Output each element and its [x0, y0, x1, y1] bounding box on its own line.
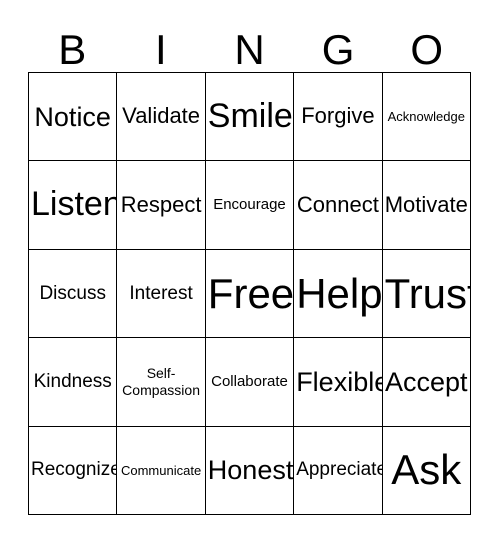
- bingo-cell[interactable]: Self- Compassion: [117, 338, 206, 427]
- bingo-cell[interactable]: Ask: [382, 426, 471, 515]
- bingo-cell[interactable]: Interest: [117, 249, 206, 339]
- bingo-cell-label: Encourage: [213, 196, 286, 214]
- bingo-cell-free[interactable]: Free!: [205, 249, 295, 339]
- bingo-cell-label: Honesty: [207, 455, 294, 486]
- bingo-cell[interactable]: Discuss: [29, 249, 118, 339]
- bingo-cell[interactable]: Accept: [382, 338, 471, 427]
- bingo-cell-label: Collaborate: [211, 373, 288, 391]
- bingo-header-row: B I N G O: [28, 14, 471, 72]
- bingo-cell-label: Recognize: [31, 459, 118, 481]
- bingo-cell[interactable]: Honesty: [205, 426, 295, 515]
- header-letter-o: O: [410, 26, 443, 73]
- bingo-cell-label: Acknowledge: [387, 108, 465, 124]
- bingo-cell[interactable]: Appreciate: [294, 426, 383, 515]
- bingo-card: B I N G O Notice Validate Smile Forgive …: [0, 0, 500, 544]
- bingo-cell[interactable]: Forgive: [294, 73, 383, 162]
- bingo-cell-label: Help: [296, 269, 383, 317]
- bingo-cell-label: Appreciate: [296, 459, 383, 481]
- bingo-cell-label: Communicate: [120, 462, 202, 478]
- bingo-cell-label: Trust: [384, 269, 471, 317]
- bingo-cell-label: Forgive: [301, 103, 375, 129]
- bingo-cell[interactable]: Motivate: [382, 161, 471, 250]
- bingo-cell-label: Notice: [34, 101, 111, 132]
- header-letter-g: G: [321, 26, 355, 73]
- bingo-grid: Notice Validate Smile Forgive Acknowledg…: [28, 72, 471, 515]
- bingo-cell[interactable]: Collaborate: [205, 338, 295, 427]
- bingo-cell-label: Interest: [129, 282, 193, 304]
- bingo-cell-label: Motivate: [384, 191, 468, 217]
- bingo-cell-label: Self- Compassion: [122, 365, 200, 398]
- header-letter-i: I: [155, 26, 167, 73]
- bingo-cell-label: Free!: [207, 269, 295, 317]
- bingo-cell-label: Kindness: [33, 371, 112, 393]
- bingo-cell[interactable]: Acknowledge: [382, 73, 471, 162]
- bingo-cell-label: Connect: [296, 191, 379, 217]
- bingo-cell[interactable]: Kindness: [29, 338, 118, 427]
- bingo-cell[interactable]: Help: [294, 249, 383, 339]
- bingo-cell[interactable]: Recognize: [29, 426, 118, 515]
- bingo-cell-label: Discuss: [39, 282, 106, 304]
- bingo-cell-label: Flexible: [296, 366, 383, 397]
- bingo-cell[interactable]: Validate: [117, 73, 206, 162]
- bingo-cell-label: Validate: [122, 103, 201, 129]
- bingo-cell-label: Listen: [31, 185, 118, 224]
- bingo-cell[interactable]: Smile: [205, 73, 295, 162]
- bingo-cell[interactable]: Notice: [29, 73, 118, 162]
- bingo-cell[interactable]: Communicate: [117, 426, 206, 515]
- bingo-cell[interactable]: Encourage: [205, 161, 295, 250]
- bingo-cell[interactable]: Flexible: [294, 338, 383, 427]
- bingo-cell[interactable]: Respect: [117, 161, 206, 250]
- bingo-cell[interactable]: Connect: [294, 161, 383, 250]
- bingo-cell-label: Smile: [207, 97, 293, 136]
- bingo-cell-label: Respect: [120, 191, 202, 217]
- bingo-cell[interactable]: Trust: [382, 249, 471, 339]
- header-letter-b: B: [58, 26, 87, 73]
- bingo-cell-label: Ask: [391, 446, 462, 494]
- bingo-cell[interactable]: Listen: [29, 161, 118, 250]
- bingo-cell-label: Accept: [385, 366, 468, 397]
- header-letter-n: N: [234, 26, 265, 73]
